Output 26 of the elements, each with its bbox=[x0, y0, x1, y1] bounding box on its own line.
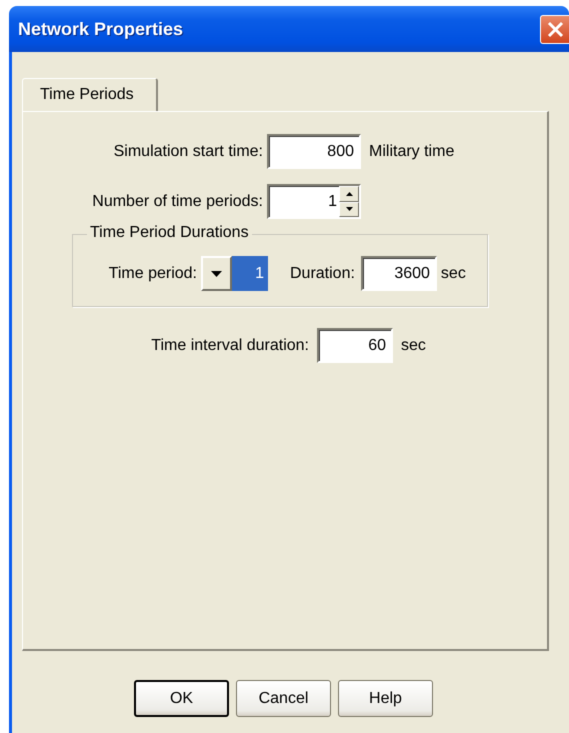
spin-field[interactable]: 1 bbox=[267, 184, 361, 219]
field-label: Time period: bbox=[108, 264, 197, 282]
unit-label: sec bbox=[440, 264, 466, 282]
text-field[interactable]: 60 bbox=[317, 328, 393, 363]
dialog-button[interactable]: Help bbox=[338, 680, 433, 717]
tab[interactable]: Time Periods bbox=[22, 78, 158, 111]
text-field[interactable]: 800 bbox=[267, 134, 361, 169]
close-button[interactable] bbox=[540, 14, 569, 44]
dropdown-button[interactable] bbox=[201, 256, 232, 291]
field-label: Duration: bbox=[290, 264, 355, 282]
dialog-button[interactable]: OK bbox=[134, 680, 229, 717]
window-title: Network Properties bbox=[17, 18, 184, 40]
dropdown-arrow-icon bbox=[211, 270, 222, 276]
text-field[interactable]: 3600 bbox=[360, 256, 437, 291]
period-value[interactable]: 1 bbox=[232, 256, 268, 291]
field-label: Time interval duration: bbox=[150, 336, 309, 354]
close-icon bbox=[546, 20, 564, 38]
unit-label: Military time bbox=[369, 142, 454, 160]
down-arrow-icon bbox=[346, 207, 352, 212]
dialog-button[interactable]: Cancel bbox=[236, 680, 331, 717]
up-arrow-icon bbox=[346, 192, 352, 196]
field-label: Simulation start time: bbox=[112, 142, 263, 160]
spin-down-button[interactable] bbox=[339, 202, 359, 217]
unit-label: sec bbox=[401, 336, 426, 354]
spin-up-button[interactable] bbox=[339, 186, 359, 202]
field-label: Number of time periods: bbox=[91, 192, 263, 210]
